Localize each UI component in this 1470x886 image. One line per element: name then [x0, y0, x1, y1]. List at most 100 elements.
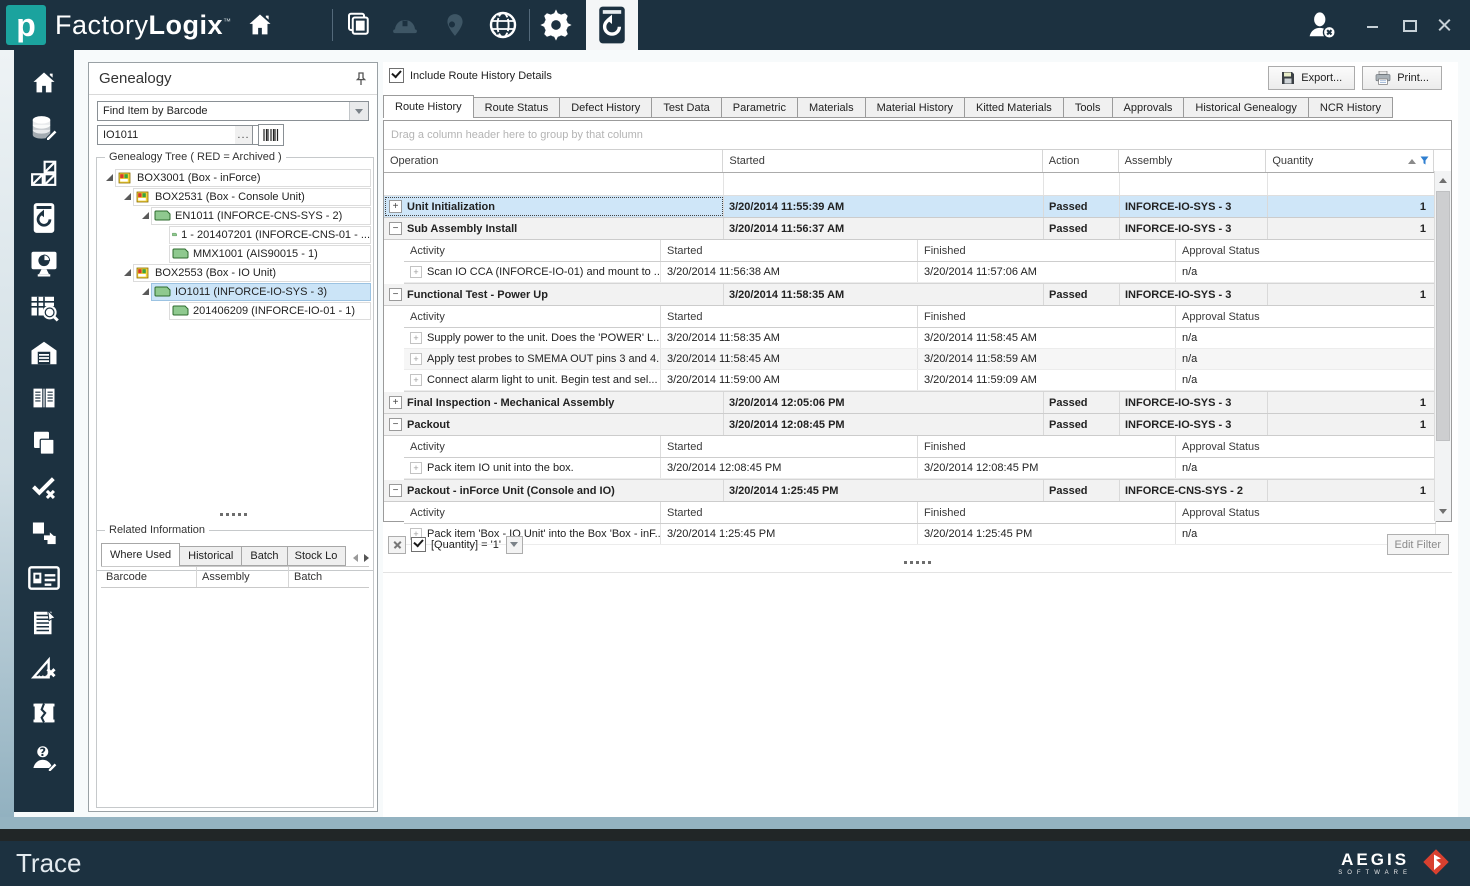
expand-icon[interactable]: +	[389, 200, 402, 213]
checkbox-checked-icon[interactable]	[389, 68, 404, 83]
tree-expander-icon[interactable]	[139, 212, 151, 219]
scroll-up-icon[interactable]	[1435, 172, 1451, 189]
tab-parametric[interactable]: Parametric	[721, 97, 798, 118]
column-header-quantity[interactable]: Quantity	[1266, 150, 1435, 172]
column-header-batch[interactable]: Batch	[289, 567, 369, 587]
tree-item[interactable]: 201406209 (INFORCE-IO-01 - 1)	[99, 301, 371, 320]
activity-row[interactable]: + Supply power to the unit. Does the 'POW…	[404, 328, 1436, 349]
tree-item[interactable]: BOX2531 (Box - Console Unit)	[99, 187, 371, 206]
tree-item[interactable]: MMX1001 (AIS90015 - 1)	[99, 244, 371, 263]
documents-icon[interactable]	[27, 426, 61, 459]
maximize-button[interactable]	[1402, 18, 1417, 32]
tab-where-used[interactable]: Where Used	[101, 543, 181, 566]
operation-row[interactable]: − Functional Test - Power Up 3/20/2014 11…	[384, 284, 1436, 306]
tab-tools[interactable]: Tools	[1063, 97, 1113, 118]
tab-batch[interactable]: Batch	[242, 546, 288, 566]
export-button[interactable]: Export...	[1268, 66, 1356, 90]
activity-row[interactable]: + Pack item IO unit into the box. 3/20/20…	[404, 458, 1436, 479]
tree-expander-icon[interactable]	[121, 193, 133, 200]
filter-dropdown-icon[interactable]	[505, 535, 523, 554]
tab-stock-locations[interactable]: Stock Lo	[287, 546, 346, 566]
expand-icon[interactable]: +	[410, 462, 422, 474]
clear-filter-icon[interactable]	[388, 535, 406, 554]
filter-funnel-icon[interactable]	[1420, 156, 1429, 166]
filter-enabled-checkbox[interactable]	[411, 537, 426, 552]
expand-icon[interactable]: +	[410, 353, 422, 365]
collapse-icon[interactable]: −	[389, 222, 402, 235]
column-header-barcode[interactable]: Barcode	[101, 567, 197, 587]
column-header-approval-status[interactable]: Approval Status	[1176, 306, 1436, 327]
trace-document-icon[interactable]	[27, 201, 61, 234]
vertical-scrollbar[interactable]	[1434, 171, 1451, 521]
find-mode-select[interactable]: Find Item by Barcode	[97, 101, 369, 121]
column-header-operation[interactable]: Operation	[384, 150, 724, 172]
database-edit-icon[interactable]	[27, 111, 61, 144]
column-header-assembly[interactable]: Assembly	[1119, 150, 1267, 172]
check-x-icon[interactable]	[27, 471, 61, 504]
tab-defect-history[interactable]: Defect History	[560, 97, 653, 118]
print-button[interactable]: Print...	[1362, 66, 1442, 90]
pin-icon[interactable]	[353, 71, 369, 87]
column-header-approval-status[interactable]: Approval Status	[1176, 240, 1436, 261]
column-header-activity[interactable]: Activity	[404, 240, 661, 261]
ruler-x-icon[interactable]	[27, 651, 61, 684]
tab-historical[interactable]: Historical	[180, 546, 243, 566]
column-header-approval-status[interactable]: Approval Status	[1176, 502, 1436, 523]
close-button[interactable]	[1438, 18, 1452, 32]
globe-icon[interactable]	[485, 7, 521, 43]
person-question-icon[interactable]: ?	[27, 741, 61, 774]
monitor-chart-icon[interactable]	[27, 246, 61, 279]
collapse-icon[interactable]: −	[389, 484, 402, 497]
table-search-icon[interactable]	[27, 291, 61, 324]
group-by-hint[interactable]: Drag a column header here to group by th…	[384, 121, 1451, 150]
tab-scroll-right-icon[interactable]	[364, 554, 369, 562]
column-header-finished[interactable]: Finished	[918, 436, 1176, 457]
edit-filter-button[interactable]: Edit Filter	[1386, 534, 1449, 555]
operation-row[interactable]: − Packout - inForce Unit (Console and IO)…	[384, 480, 1436, 502]
tab-approvals[interactable]: Approvals	[1112, 97, 1185, 118]
collapse-icon[interactable]: −	[389, 418, 402, 431]
tree-item[interactable]: EN1011 (INFORCE-CNS-SYS - 2)	[99, 206, 371, 225]
chevron-down-icon[interactable]	[349, 102, 368, 120]
column-header-activity[interactable]: Activity	[404, 502, 661, 523]
tab-scroll-left-icon[interactable]	[353, 554, 358, 562]
column-header-action[interactable]: Action	[1043, 150, 1119, 172]
panel-splitter[interactable]	[89, 513, 377, 516]
grid-filter-row[interactable]	[384, 173, 1451, 196]
minimize-button[interactable]	[1366, 18, 1380, 32]
activity-row[interactable]: + Scan IO CCA (INFORCE-IO-01) and mount t…	[404, 262, 1436, 283]
tree-expander-icon[interactable]	[139, 288, 151, 295]
column-header-started[interactable]: Started	[661, 240, 918, 261]
tree-expander-icon[interactable]	[121, 269, 133, 276]
column-header-activity[interactable]: Activity	[404, 306, 661, 327]
tab-kitted-materials[interactable]: Kitted Materials	[965, 97, 1064, 118]
copy-icon[interactable]	[341, 7, 377, 43]
location-icon[interactable]	[437, 7, 473, 43]
column-header-activity[interactable]: Activity	[404, 436, 661, 457]
main-splitter[interactable]	[383, 561, 1452, 564]
tab-historical-genealogy[interactable]: Historical Genealogy	[1184, 97, 1309, 118]
operation-row[interactable]: − Packout 3/20/2014 12:08:45 PM Passed IN…	[384, 414, 1436, 436]
tab-route-history[interactable]: Route History	[383, 95, 474, 118]
warehouse-icon[interactable]	[27, 336, 61, 369]
home-icon[interactable]	[242, 7, 278, 43]
hardhat-icon[interactable]	[387, 7, 423, 43]
pallet-boxes-icon[interactable]	[27, 156, 61, 189]
scroll-down-icon[interactable]	[1435, 503, 1451, 520]
gear-icon[interactable]	[538, 7, 574, 43]
expand-icon[interactable]: +	[410, 266, 422, 278]
operation-row[interactable]: − Sub Assembly Install 3/20/2014 11:56:37…	[384, 218, 1436, 240]
column-header-started[interactable]: Started	[723, 150, 1043, 172]
operation-row[interactable]: + Final Inspection - Mechanical Assembly …	[384, 392, 1436, 414]
tree-item[interactable]: BOX3001 (Box - inForce)	[99, 168, 371, 187]
column-header-started[interactable]: Started	[661, 436, 918, 457]
column-header-finished[interactable]: Finished	[918, 240, 1176, 261]
tree-item[interactable]: BOX2553 (Box - IO Unit)	[99, 263, 371, 282]
transfer-box-icon[interactable]	[27, 516, 61, 549]
damaged-box-icon[interactable]	[27, 696, 61, 729]
column-header-assembly[interactable]: Assembly	[197, 567, 289, 587]
column-header-started[interactable]: Started	[661, 306, 918, 327]
user-logout-icon[interactable]	[1304, 7, 1340, 43]
filter-expression[interactable]: [Quantity] = '1'	[431, 539, 501, 551]
tab-materials[interactable]: Materials	[797, 97, 866, 118]
